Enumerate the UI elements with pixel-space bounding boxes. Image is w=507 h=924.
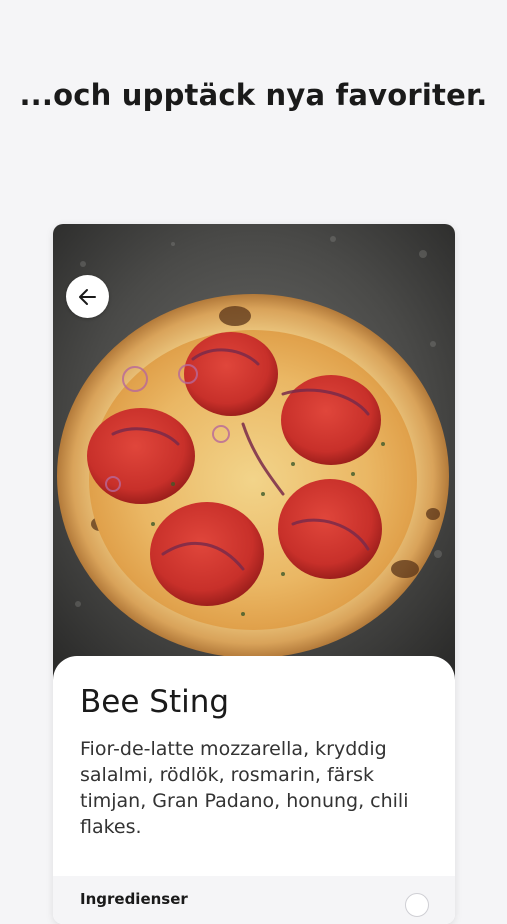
pizza-description: Fior-de-latte mozzarella, kryddig salalm… <box>80 738 409 838</box>
pizza-name: Bee Sting <box>80 684 230 720</box>
arrow-left-icon <box>78 288 96 305</box>
back-button[interactable] <box>66 275 109 318</box>
page-headline: ...och upptäck nya favoriter. <box>19 78 488 112</box>
pizza-info-panel: Bee Sting Fior-de-latte mozzarella, kryd… <box>53 656 455 924</box>
pizza-card: Bee Sting Fior-de-latte mozzarella, kryd… <box>53 224 455 924</box>
ingredients-toggle[interactable]: Ingredienser <box>53 876 455 924</box>
expand-circle-icon <box>405 893 429 917</box>
pizza-photo <box>53 224 455 684</box>
ingredients-label: Ingredienser <box>80 890 188 908</box>
